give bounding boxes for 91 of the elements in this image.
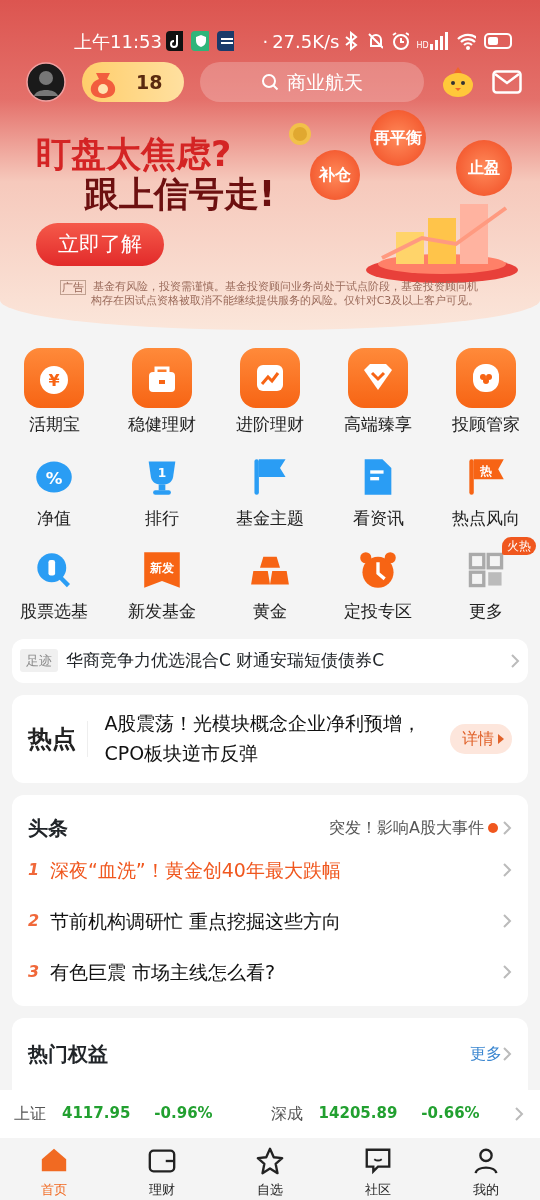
- news-app-icon: [216, 31, 235, 51]
- avatar[interactable]: [26, 62, 66, 102]
- index-change: -0.66%: [421, 1103, 480, 1125]
- bluetooth-icon: [343, 31, 358, 51]
- yuan-icon: ¥: [24, 348, 84, 408]
- shortcut-item[interactable]: ¥ 活期宝: [24, 348, 84, 438]
- headline-text: 深夜“血洗”！黄金创40年最大跌幅: [50, 857, 342, 883]
- shortcut-item[interactable]: 1 排行: [142, 451, 182, 531]
- equity-title: 热门权益: [28, 1040, 108, 1068]
- headline-item[interactable]: 2 节前机构调研忙 重点挖掘这些方向: [28, 895, 512, 947]
- shortcut-item[interactable]: 新发 新发基金: [128, 545, 196, 625]
- search-icon: [261, 73, 279, 91]
- shortcut-item[interactable]: 进阶理财: [236, 348, 304, 438]
- headline-rank: 1: [28, 859, 41, 881]
- alarm-clock-icon: [358, 550, 398, 590]
- bell-muted-icon: [365, 31, 383, 51]
- chevron-icon: [510, 652, 520, 669]
- service-icon: [456, 348, 516, 408]
- hot-logo: 热点: [28, 720, 89, 757]
- banner-headline: 跟上信号走!: [84, 174, 275, 215]
- nav-tab[interactable]: 自选: [216, 1137, 324, 1200]
- hd-text: HD: [416, 42, 429, 50]
- shortcut-item[interactable]: 高端臻享: [344, 348, 412, 438]
- battery-icon: [484, 32, 512, 50]
- headline-text: 有色巨震 市场主线怎么看?: [50, 959, 277, 985]
- shortcut-item[interactable]: 定投专区: [344, 545, 412, 625]
- alarm-icon: [391, 31, 409, 51]
- wifi-icon: [456, 32, 476, 50]
- index-value: 14205.89: [318, 1103, 398, 1125]
- nav-tab[interactable]: 我的: [432, 1137, 540, 1200]
- ribbon-icon: 新发: [142, 550, 182, 590]
- bag-icon: [132, 348, 192, 408]
- index-change: -0.96%: [154, 1103, 213, 1125]
- hot-news-card[interactable]: 热点 A股震荡！光模块概念企业净利预增，CPO板块逆市反弹 详情: [12, 694, 528, 783]
- shortcut-item[interactable]: 股票选基: [20, 545, 88, 625]
- headline-rank: 3: [28, 961, 41, 983]
- hot-badge: 火热: [502, 537, 536, 555]
- app-notification-icon: [165, 31, 184, 51]
- banner-tag: 补仓: [310, 150, 360, 200]
- coin-count: 18: [136, 69, 163, 95]
- chevron-icon: [502, 862, 512, 878]
- index-value: 4117.95: [62, 1103, 131, 1125]
- banner-headline: 盯盘太焦虑?: [36, 134, 233, 175]
- shortcut-item[interactable]: 稳健理财: [128, 348, 196, 438]
- shortcut-item[interactable]: % 净值: [34, 451, 74, 531]
- hot-news-text: A股震荡！光模块概念企业净利预增，CPO板块逆市反弹: [103, 711, 423, 766]
- signal-icon: [428, 32, 449, 50]
- diamond-icon: [348, 348, 408, 408]
- shortcut-item[interactable]: 黄金: [250, 545, 290, 625]
- footprints-text: 华商竞争力优选混合C 财通安瑞短债债券C: [66, 648, 386, 672]
- banner-tag: 止盈: [456, 140, 512, 196]
- chevron-icon: [502, 1045, 512, 1062]
- headline-teaser[interactable]: 突发！影响A股大事件: [329, 815, 484, 840]
- chevron-icon: [502, 913, 512, 929]
- shortcut-item[interactable]: 基金主题: [236, 451, 304, 531]
- shield-icon: [191, 31, 209, 51]
- headline-item[interactable]: 3 有色巨震 市场主线怎么看?: [28, 946, 512, 998]
- chevron-icon: [502, 819, 512, 836]
- star-icon: [255, 1145, 285, 1176]
- ad-label: 广告: [60, 280, 86, 295]
- market-ticker[interactable]: 上证 4117.95 -0.96% 深成 14205.89 -0.66%: [0, 1089, 540, 1138]
- alert-dot-icon: [488, 822, 498, 833]
- headline-rank: 2: [28, 910, 41, 932]
- play-icon: [498, 733, 504, 744]
- index-name: 深成: [270, 1102, 303, 1125]
- disclaimer-text: 基金有风险，投资需谨慎。基金投资顾问业务尚处于试点阶段，基金投资顾问机构存在因试点资格被取消不能继续提供服务的风险。仅针对C3及以上客户可见。: [90, 280, 480, 309]
- banner-tag: 再平衡: [370, 110, 426, 166]
- status-dot-text: ·: [262, 29, 269, 54]
- chevron-icon: [502, 964, 512, 980]
- mail-icon[interactable]: [492, 70, 522, 94]
- footprints-tag: 足迹: [20, 648, 58, 673]
- shortcut-item[interactable]: 热 热点风向: [452, 451, 520, 531]
- nav-tab[interactable]: 理财: [108, 1137, 216, 1200]
- grid-icon: [466, 550, 506, 590]
- nav-tab[interactable]: 社区: [324, 1137, 432, 1200]
- headline-item[interactable]: 1 深夜“血洗”！黄金创40年最大跌幅: [28, 844, 512, 896]
- shortcut-item[interactable]: 投顾管家: [452, 348, 520, 438]
- chevron-icon: [514, 1105, 524, 1122]
- coin-button[interactable]: 18: [82, 62, 184, 102]
- network-speed-text: 27.5K/s: [272, 29, 340, 54]
- headlines-title: 头条: [28, 814, 68, 842]
- chick-icon[interactable]: [440, 65, 476, 99]
- headline-text: 节前机构调研忙 重点挖掘这些方向: [50, 908, 343, 934]
- index-name: 上证: [14, 1102, 46, 1125]
- more-link[interactable]: 更多: [470, 1041, 502, 1066]
- trend-chart-icon: [240, 348, 300, 408]
- clock-text: 上午11:53: [74, 29, 162, 54]
- coin-icon: [288, 122, 312, 146]
- learn-more-button[interactable]: 立即了解: [36, 222, 164, 266]
- shortcut-item[interactable]: 看资讯: [352, 451, 404, 531]
- footprints-bar[interactable]: 足迹 华商竞争力优选混合C 财通安瑞短债债券C: [12, 638, 528, 683]
